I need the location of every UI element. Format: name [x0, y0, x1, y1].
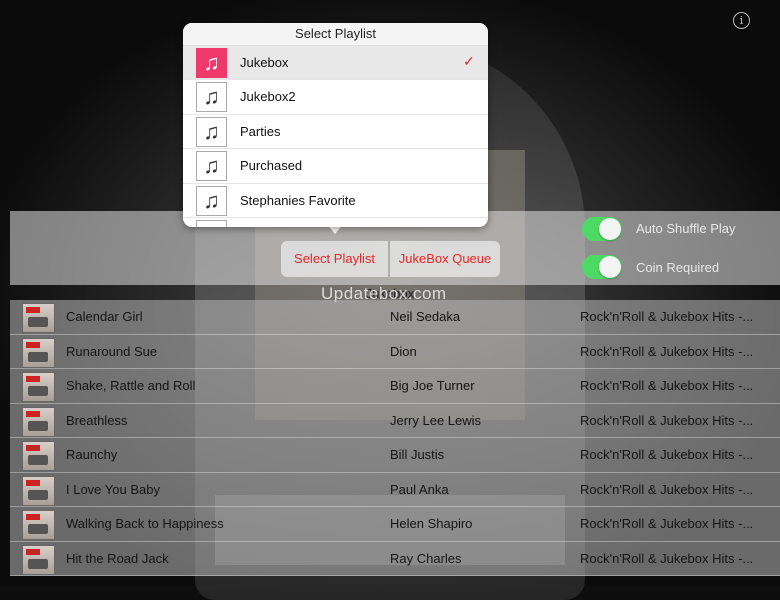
- playlist-menu-item[interactable]: ♫80s Hits: [183, 218, 488, 227]
- track-row[interactable]: Breathless Jerry Lee Lewis Rock'n'Roll & J…: [10, 404, 780, 439]
- track-list: Calendar Girl Neil Sedaka Rock'n'Roll & Ju…: [10, 300, 780, 585]
- playlist-icon: ♫: [196, 82, 227, 112]
- info-icon[interactable]: i: [733, 12, 750, 29]
- track-album: Rock'n'Roll & Jukebox Hits -...: [580, 378, 753, 393]
- track-artist: Dion: [390, 344, 417, 359]
- track-row[interactable]: Raunchy Bill Justis Rock'n'Roll & Jukebox …: [10, 438, 780, 473]
- playlist-menu-item[interactable]: ♫ Parties: [183, 115, 488, 149]
- playlist-label: Purchased: [240, 158, 302, 173]
- track-title: Runaround Sue: [66, 344, 157, 359]
- track-row[interactable]: Runaround Sue Dion Rock'n'Roll & Jukebox H…: [10, 335, 780, 370]
- track-album: Rock'n'Roll & Jukebox Hits -...: [580, 413, 753, 428]
- track-title: Hit the Road Jack: [66, 551, 169, 566]
- playlist-icon: ♫: [196, 186, 227, 216]
- track-album: Rock'n'Roll & Jukebox Hits -...: [580, 447, 753, 462]
- track-title: Raunchy: [66, 447, 117, 462]
- album-art-thumbnail: [22, 338, 55, 368]
- album-art-thumbnail: [22, 476, 55, 506]
- track-album: Rock'n'Roll & Jukebox Hits -...: [580, 344, 753, 359]
- playlist-icon: ♫: [196, 220, 227, 227]
- playlist-menu-item[interactable]: ♫ Jukebox2: [183, 80, 488, 114]
- playlist-icon: ♫: [196, 151, 227, 181]
- select-playlist-button[interactable]: Select Playlist: [281, 241, 388, 277]
- track-artist: Bill Justis: [390, 447, 444, 462]
- album-art-thumbnail: [22, 441, 55, 471]
- playlist-menu: ♫ Jukebox ✓ ♫ Jukebox2 ♫ Parties ♫ Purchased ♫ Ste…: [183, 46, 488, 227]
- playlist-label: Parties: [240, 124, 280, 139]
- track-row[interactable]: I Love You Baby Paul Anka Rock'n'Roll & Ju…: [10, 473, 780, 508]
- playlist-icon: ♫: [196, 48, 227, 78]
- track-title: Calendar Girl: [66, 309, 143, 324]
- select-playlist-popover: Select Playlist ♫ Jukebox ✓ ♫ Jukebox2 ♫ Parti…: [183, 23, 488, 227]
- jukebox-queue-button[interactable]: JukeBox Queue: [390, 241, 500, 277]
- track-artist: Paul Anka: [390, 482, 449, 497]
- track-row[interactable]: Hit the Road Jack Ray Charles Rock'n'Roll …: [10, 542, 780, 577]
- track-artist: Big Joe Turner: [390, 378, 475, 393]
- playlist-label: Jukebox2: [240, 89, 296, 104]
- track-artist: Jerry Lee Lewis: [390, 413, 481, 428]
- track-album: Rock'n'Roll & Jukebox Hits -...: [580, 482, 753, 497]
- playlist-label: Jukebox: [240, 55, 288, 70]
- album-art-thumbnail: [22, 545, 55, 575]
- track-title: Walking Back to Happiness: [66, 516, 224, 531]
- track-artist: Helen Shapiro: [390, 516, 472, 531]
- auto-shuffle-label: Auto Shuffle Play: [636, 221, 736, 236]
- track-title: Breathless: [66, 413, 127, 428]
- track-artist: Neil Sedaka: [390, 309, 460, 324]
- track-album: Rock'n'Roll & Jukebox Hits -...: [580, 309, 753, 324]
- playlist-label: Stephanies Favorite: [240, 193, 356, 208]
- track-row[interactable]: Shake, Rattle and Roll Big Joe Turner Rock…: [10, 369, 780, 404]
- album-art-thumbnail: [22, 303, 55, 333]
- playlist-menu-item[interactable]: ♫ Stephanies Favorite: [183, 184, 488, 218]
- track-artist: Ray Charles: [390, 551, 462, 566]
- track-row[interactable]: Calendar Girl Neil Sedaka Rock'n'Roll & Ju…: [10, 300, 780, 335]
- track-album: Rock'n'Roll & Jukebox Hits -...: [580, 516, 753, 531]
- track-album: Rock'n'Roll & Jukebox Hits -...: [580, 551, 753, 566]
- popover-title: Select Playlist: [183, 23, 488, 46]
- track-title: Shake, Rattle and Roll: [66, 378, 195, 393]
- playlist-menu-item[interactable]: ♫ Jukebox ✓: [183, 46, 488, 80]
- coin-required-toggle[interactable]: [582, 255, 622, 279]
- track-row[interactable]: Walking Back to Happiness Helen Shapiro Ro…: [10, 507, 780, 542]
- coin-required-label: Coin Required: [636, 260, 719, 275]
- album-art-thumbnail: [22, 510, 55, 540]
- album-art-thumbnail: [22, 372, 55, 402]
- track-title: I Love You Baby: [66, 482, 160, 497]
- playlist-icon: ♫: [196, 117, 227, 147]
- auto-shuffle-toggle[interactable]: [582, 217, 622, 241]
- checkmark-icon: ✓: [463, 53, 475, 70]
- album-art-thumbnail: [22, 407, 55, 437]
- playlist-menu-item[interactable]: ♫ Purchased: [183, 149, 488, 183]
